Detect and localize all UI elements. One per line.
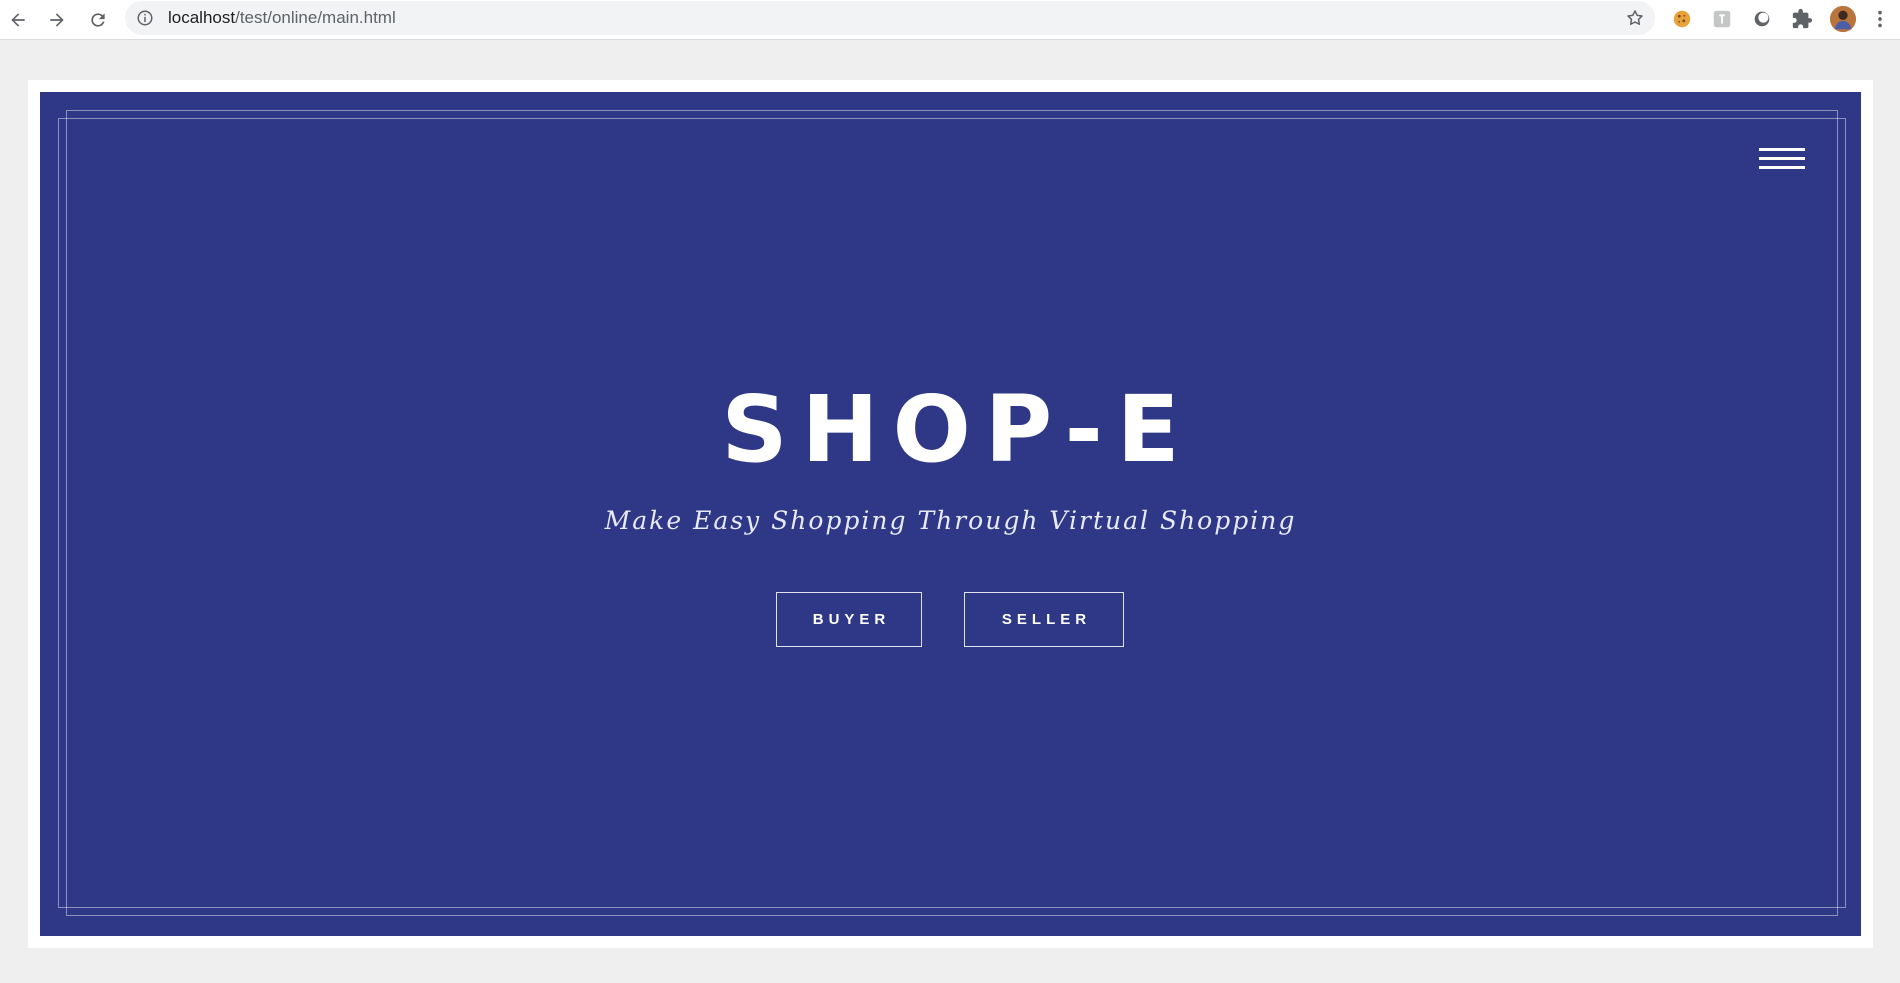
buyer-button[interactable]: BUYER — [776, 592, 922, 647]
site-tagline: Make Easy Shopping Through Virtual Shopp… — [604, 506, 1297, 535]
cookie-extension-icon[interactable] — [1670, 7, 1694, 31]
forward-button[interactable] — [43, 6, 71, 34]
browser-menu-icon[interactable] — [1872, 7, 1888, 31]
arrow-left-icon — [11, 13, 25, 27]
circle-extension-icon[interactable] — [1750, 7, 1774, 31]
url-path: /test/online/main.html — [235, 8, 396, 27]
url-host: localhost — [168, 8, 236, 27]
back-button[interactable] — [4, 6, 32, 34]
arrow-right-icon — [50, 13, 64, 27]
address-bar[interactable]: localhost/test/online/main.html — [125, 1, 1655, 35]
extensions-puzzle-icon[interactable] — [1790, 7, 1814, 31]
site-title: SHOP-E — [721, 376, 1194, 483]
info-icon[interactable] — [136, 9, 154, 27]
seller-button[interactable]: SELLER — [964, 592, 1124, 647]
url-text[interactable]: localhost/test/online/main.html — [168, 9, 396, 27]
browser-toolbar: localhost/test/online/main.html — [0, 0, 1900, 40]
hero-section: SHOP-E Make Easy Shopping Through Virtua… — [40, 92, 1861, 936]
reload-button[interactable] — [84, 6, 112, 34]
bookmark-star-icon[interactable] — [1625, 8, 1645, 28]
page-card: SHOP-E Make Easy Shopping Through Virtua… — [28, 80, 1873, 948]
translate-extension-icon[interactable] — [1710, 7, 1734, 31]
profile-avatar-icon[interactable] — [1828, 4, 1858, 34]
reload-icon — [91, 13, 105, 27]
hamburger-menu-icon[interactable] — [1759, 146, 1805, 176]
